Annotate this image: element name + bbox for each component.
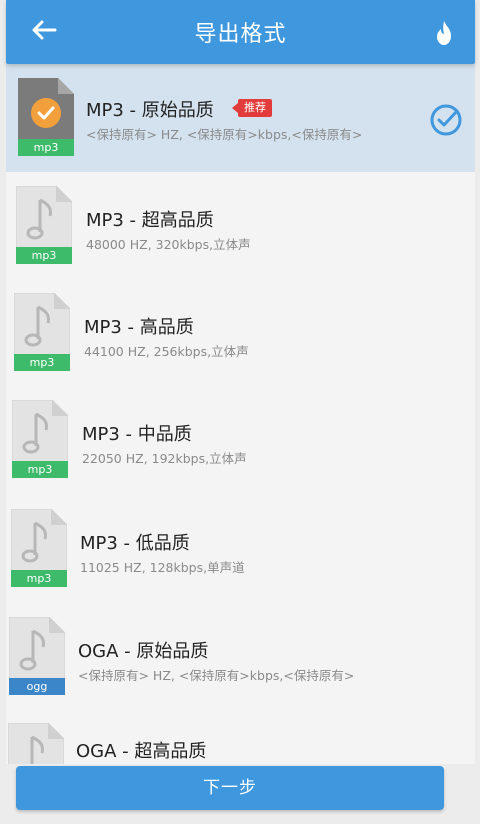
format-subtitle: 48000 HZ, 320kbps,立体声 <box>86 237 251 252</box>
format-subtitle: 22050 HZ, 192kbps,立体声 <box>82 451 247 466</box>
format-subtitle: <保持原有> HZ, <保持原有>kbps,<保持原有> <box>86 127 363 142</box>
next-step-button[interactable]: 下一步 <box>16 766 444 810</box>
format-title: MP3 - 中品质 <box>82 424 192 445</box>
format-item[interactable]: mp3 MP3 - 低品质 11025 HZ, 128kbps,单声道 <box>6 493 475 602</box>
app-screen: 导出格式 mp3 MP3 - 原始品质 推荐 <保持原有> HZ, <保持原有>… <box>0 0 480 824</box>
format-item[interactable]: mp3 MP3 - 高品质 44100 HZ, 256kbps,立体声 <box>6 279 475 387</box>
format-title: MP3 - 原始品质 <box>86 100 214 121</box>
format-item[interactable]: OGA - 超高品质 <box>6 709 475 764</box>
fire-icon <box>437 21 451 45</box>
orange-check-icon <box>31 98 61 128</box>
fire-button[interactable] <box>429 18 459 48</box>
format-subtitle: 11025 HZ, 128kbps,单声道 <box>80 560 245 575</box>
top-app-bar: 导出格式 <box>6 0 475 64</box>
mp3-file-icon: mp3 <box>12 400 68 478</box>
file-type-tag: mp3 <box>14 354 70 371</box>
format-subtitle: <保持原有> HZ, <保持原有>kbps,<保持原有> <box>78 668 355 683</box>
format-item[interactable]: ogg OGA - 原始品质 <保持原有> HZ, <保持原有>kbps,<保持… <box>6 601 475 710</box>
file-type-tag: mp3 <box>12 461 68 478</box>
file-type-tag: mp3 <box>16 247 72 264</box>
file-type-tag: ogg <box>9 678 65 695</box>
format-title: OGA - 超高品质 <box>76 741 207 762</box>
format-item[interactable]: mp3 MP3 - 原始品质 推荐 <保持原有> HZ, <保持原有>kbps,… <box>6 64 475 173</box>
file-type-tag: mp3 <box>11 570 67 587</box>
file-type-tag: mp3 <box>18 139 74 156</box>
format-title: MP3 - 低品质 <box>80 533 190 554</box>
mp3-file-icon: mp3 <box>11 509 67 587</box>
oga-file-icon: ogg <box>9 617 65 695</box>
format-item[interactable]: mp3 MP3 - 超高品质 48000 HZ, 320kbps,立体声 <box>6 172 475 280</box>
page-title: 导出格式 <box>194 22 287 47</box>
format-title: OGA - 原始品质 <box>78 641 209 662</box>
format-subtitle: 44100 HZ, 256kbps,立体声 <box>84 344 249 359</box>
selected-check-icon <box>430 104 462 136</box>
mp3-file-icon: mp3 <box>14 293 70 371</box>
format-list: mp3 MP3 - 原始品质 推荐 <保持原有> HZ, <保持原有>kbps,… <box>6 64 475 764</box>
format-title: MP3 - 超高品质 <box>86 210 214 231</box>
recommend-badge: 推荐 <box>232 99 272 117</box>
format-item[interactable]: mp3 MP3 - 中品质 22050 HZ, 192kbps,立体声 <box>6 386 475 494</box>
mp3-file-icon: mp3 <box>16 186 72 264</box>
format-title: MP3 - 高品质 <box>84 317 194 338</box>
oga-file-icon <box>8 723 64 764</box>
